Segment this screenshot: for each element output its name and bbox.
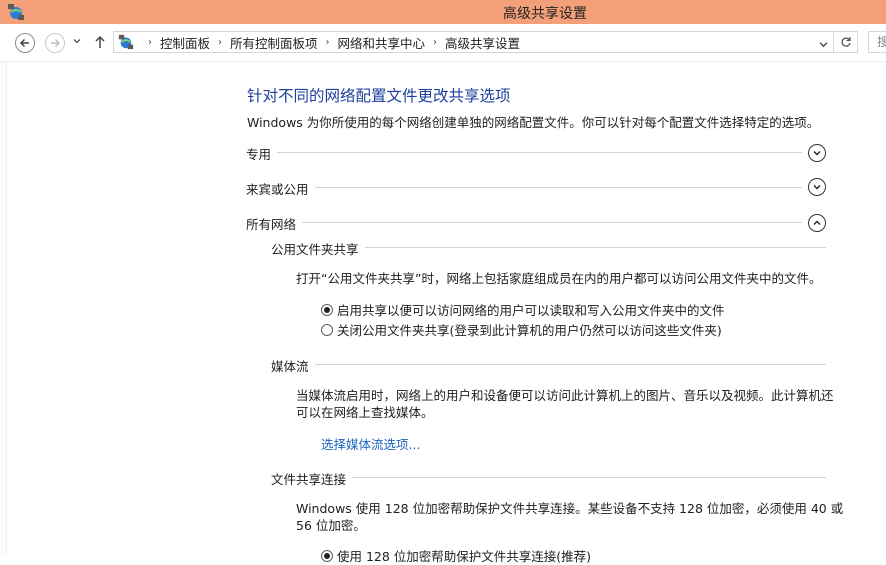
back-button[interactable] [15, 33, 35, 53]
breadcrumb-all-items[interactable]: 所有控制面板项 [230, 33, 318, 52]
breadcrumb-control-panel[interactable]: 控制面板 [160, 33, 210, 52]
left-pane [0, 62, 7, 556]
media-description-line1: 当媒体流启用时，网络上的用户和设备便可以访问此计算机上的图片、音乐以及视频。此计… [296, 388, 834, 403]
page-intro: Windows 为你所使用的每个网络创建单独的网络配置文件。你可以针对每个配置文… [247, 115, 820, 130]
title-bar: 高级共享设置 [0, 0, 886, 24]
profile-private-section[interactable]: 专用 [246, 142, 826, 163]
profile-guest-section[interactable]: 来宾或公用 [246, 177, 826, 198]
radio-button[interactable] [321, 323, 333, 336]
chevron-right-icon: › [148, 36, 152, 48]
divider [246, 187, 802, 188]
network-icon [118, 34, 134, 50]
chevron-right-icon[interactable]: › [433, 37, 437, 48]
media-streaming-options-link[interactable]: 选择媒体流选项... [321, 434, 420, 453]
divider [246, 152, 802, 153]
public-folder-description: 打开“公用文件夹共享”时，网络上包括家庭组成员在内的用户都可以访问公用文件夹中的… [296, 271, 822, 286]
breadcrumb: › 控制面板 › 所有控制面板项 › 网络和共享中心 › 高级共享设置 [140, 32, 520, 52]
arrow-right-icon [51, 38, 61, 48]
divider [271, 364, 826, 365]
arrow-left-icon [19, 38, 29, 48]
radio-button-checked[interactable] [321, 303, 333, 316]
expand-guest-button[interactable] [808, 178, 826, 196]
expand-private-button[interactable] [808, 144, 826, 162]
window-title: 高级共享设置 [503, 6, 587, 22]
file-sharing-description-line1: Windows 使用 128 位加密帮助保护文件共享连接。某些设备不支持 128… [296, 501, 844, 516]
profile-private-label[interactable]: 专用 [246, 144, 278, 163]
chevron-down-icon [73, 39, 81, 44]
address-history-dropdown[interactable] [819, 37, 828, 52]
search-input[interactable]: 搜 [868, 31, 886, 53]
forward-button[interactable] [45, 33, 65, 53]
divider [271, 477, 826, 478]
chevron-right-icon[interactable]: › [326, 37, 330, 48]
file-sharing-description-line2: 56 位加密。 [296, 518, 366, 533]
public-folder-title: 公用文件夹共享 [271, 239, 365, 258]
radio-enable-public-sharing[interactable]: 启用共享以便可以访问网络的用户可以读取和写入公用文件夹中的文件 [321, 300, 725, 319]
file-sharing-title: 文件共享连接 [271, 469, 353, 488]
radio-disable-public-sharing[interactable]: 关闭公用文件夹共享(登录到此计算机的用户仍然可以访问这些文件夹) [321, 320, 722, 339]
breadcrumb-advanced-sharing[interactable]: 高级共享设置 [445, 33, 520, 52]
radio-enable-label[interactable]: 启用共享以便可以访问网络的用户可以读取和写入公用文件夹中的文件 [337, 300, 725, 319]
recent-locations-dropdown[interactable] [73, 37, 81, 48]
media-description-line2: 可以在网络上查找媒体。 [296, 405, 434, 420]
radio-disable-label[interactable]: 关闭公用文件夹共享(登录到此计算机的用户仍然可以访问这些文件夹) [337, 320, 722, 339]
media-title: 媒体流 [271, 356, 315, 375]
divider [246, 222, 802, 223]
arrow-up-icon [95, 35, 105, 48]
chevron-down-icon [813, 185, 821, 190]
breadcrumb-network-center[interactable]: 网络和共享中心 [338, 33, 426, 52]
chevron-up-icon [813, 220, 821, 225]
navigation-bar: › 控制面板 › 所有控制面板项 › 网络和共享中心 › 高级共享设置 搜 [0, 24, 886, 62]
address-bar[interactable]: › 控制面板 › 所有控制面板项 › 网络和共享中心 › 高级共享设置 [113, 31, 834, 53]
refresh-icon [841, 37, 851, 47]
chevron-down-icon [813, 151, 821, 156]
profile-all-networks-label[interactable]: 所有网络 [246, 214, 303, 233]
collapse-all-networks-button[interactable] [808, 214, 826, 232]
up-button[interactable] [94, 35, 106, 52]
refresh-button[interactable] [834, 31, 858, 53]
chevron-right-icon[interactable]: › [218, 37, 222, 48]
profile-guest-label[interactable]: 来宾或公用 [246, 179, 315, 198]
media-section-header: 媒体流 [271, 354, 826, 375]
profile-all-networks-section[interactable]: 所有网络 [246, 212, 826, 233]
public-folder-section-header: 公用文件夹共享 [271, 237, 826, 258]
file-sharing-section-header: 文件共享连接 [271, 467, 826, 488]
chevron-down-icon [819, 42, 828, 48]
page-title: 针对不同的网络配置文件更改共享选项 [247, 87, 511, 105]
